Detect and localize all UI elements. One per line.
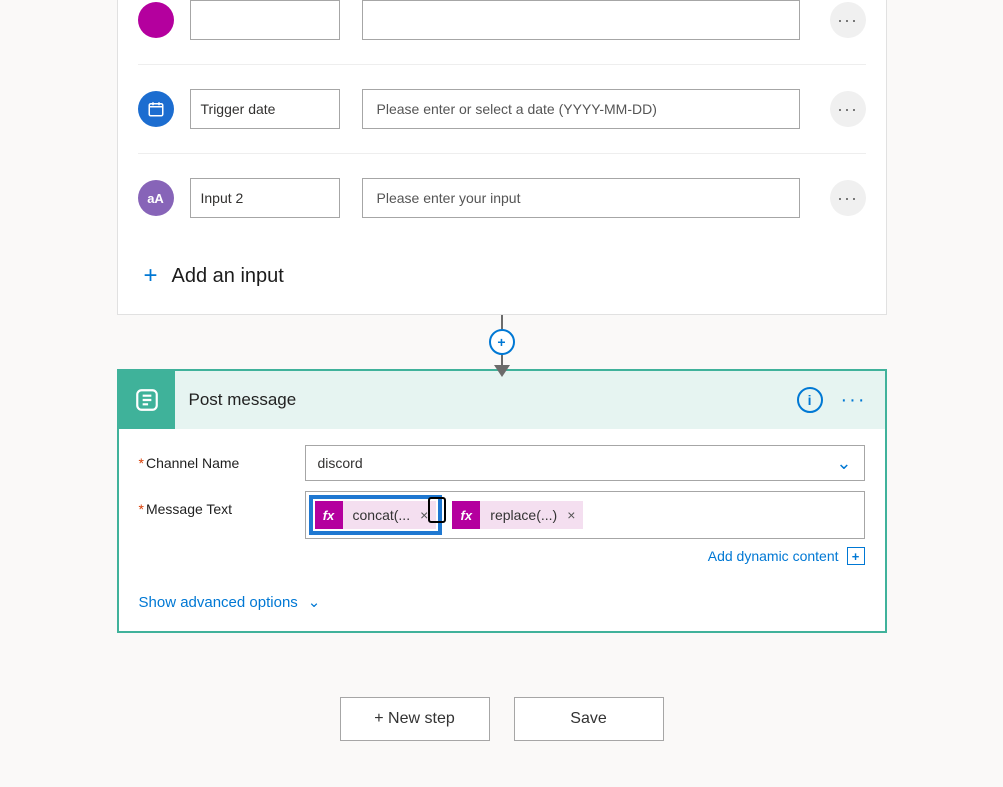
new-step-button[interactable]: + New step <box>340 697 490 741</box>
date-input-type-icon <box>138 91 174 127</box>
add-input-button[interactable]: + Add an input <box>138 242 866 294</box>
bottom-actions: + New step Save <box>0 697 1003 741</box>
channel-name-select[interactable]: discord ⌄ <box>305 445 865 481</box>
row-more-button[interactable]: ··· <box>830 180 866 216</box>
save-button[interactable]: Save <box>514 697 664 741</box>
info-icon[interactable]: i <box>797 387 823 413</box>
field-channel-name: *Channel Name discord ⌄ <box>139 445 865 481</box>
select-value: discord <box>318 455 363 471</box>
action-more-button[interactable]: ··· <box>837 389 871 412</box>
param-value-input[interactable]: Please enter or select a date (YYYY-MM-D… <box>362 89 800 129</box>
text-input-type-icon <box>138 2 174 38</box>
insert-step-button[interactable]: + <box>489 329 515 355</box>
trigger-card: ··· Trigger date Please enter or select … <box>117 0 887 315</box>
param-value-input[interactable] <box>362 0 800 40</box>
plus-icon: + <box>144 262 158 290</box>
expression-token[interactable]: fx replace(...) × <box>452 501 583 529</box>
field-label: *Channel Name <box>139 445 305 471</box>
row-more-button[interactable]: ··· <box>830 2 866 38</box>
expression-token[interactable]: fx concat(... × <box>315 501 437 529</box>
token-remove-icon[interactable]: × <box>420 507 436 523</box>
show-advanced-options-button[interactable]: Show advanced options ⌄ <box>139 593 865 611</box>
param-name-input[interactable]: Input 2 <box>190 178 340 218</box>
action-card: Post message i ··· *Channel Name discord… <box>117 369 887 633</box>
text-input-type-icon: aA <box>138 180 174 216</box>
message-text-input[interactable]: fx concat(... × fx replace(...) × <box>305 491 865 539</box>
row-more-button[interactable]: ··· <box>830 91 866 127</box>
chevron-down-icon: ⌄ <box>836 453 851 474</box>
action-title: Post message <box>189 390 783 410</box>
fx-icon: fx <box>452 501 480 529</box>
arrow-down-icon <box>494 365 510 377</box>
trigger-input-row: aA Input 2 Please enter your input ··· <box>138 153 866 242</box>
param-name-input[interactable] <box>190 0 340 40</box>
trigger-input-row: Trigger date Please enter or select a da… <box>138 64 866 153</box>
trigger-input-row: ··· <box>138 0 866 64</box>
slack-connector-icon <box>119 371 175 429</box>
param-value-input[interactable]: Please enter your input <box>362 178 800 218</box>
field-label: *Message Text <box>139 491 305 517</box>
token-selected: fx concat(... × <box>309 495 443 535</box>
add-dynamic-content-button[interactable]: Add dynamic content + <box>305 547 865 565</box>
action-header[interactable]: Post message i ··· <box>119 371 885 429</box>
field-message-text: *Message Text fx concat(... × fx <box>139 491 865 565</box>
flow-connector: + <box>117 315 887 369</box>
param-name-input[interactable]: Trigger date <box>190 89 340 129</box>
add-input-label: Add an input <box>172 265 284 288</box>
token-remove-icon[interactable]: × <box>567 507 583 523</box>
chevron-down-icon: ⌄ <box>308 593 321 611</box>
plus-box-icon: + <box>847 547 865 565</box>
fx-icon: fx <box>315 501 343 529</box>
